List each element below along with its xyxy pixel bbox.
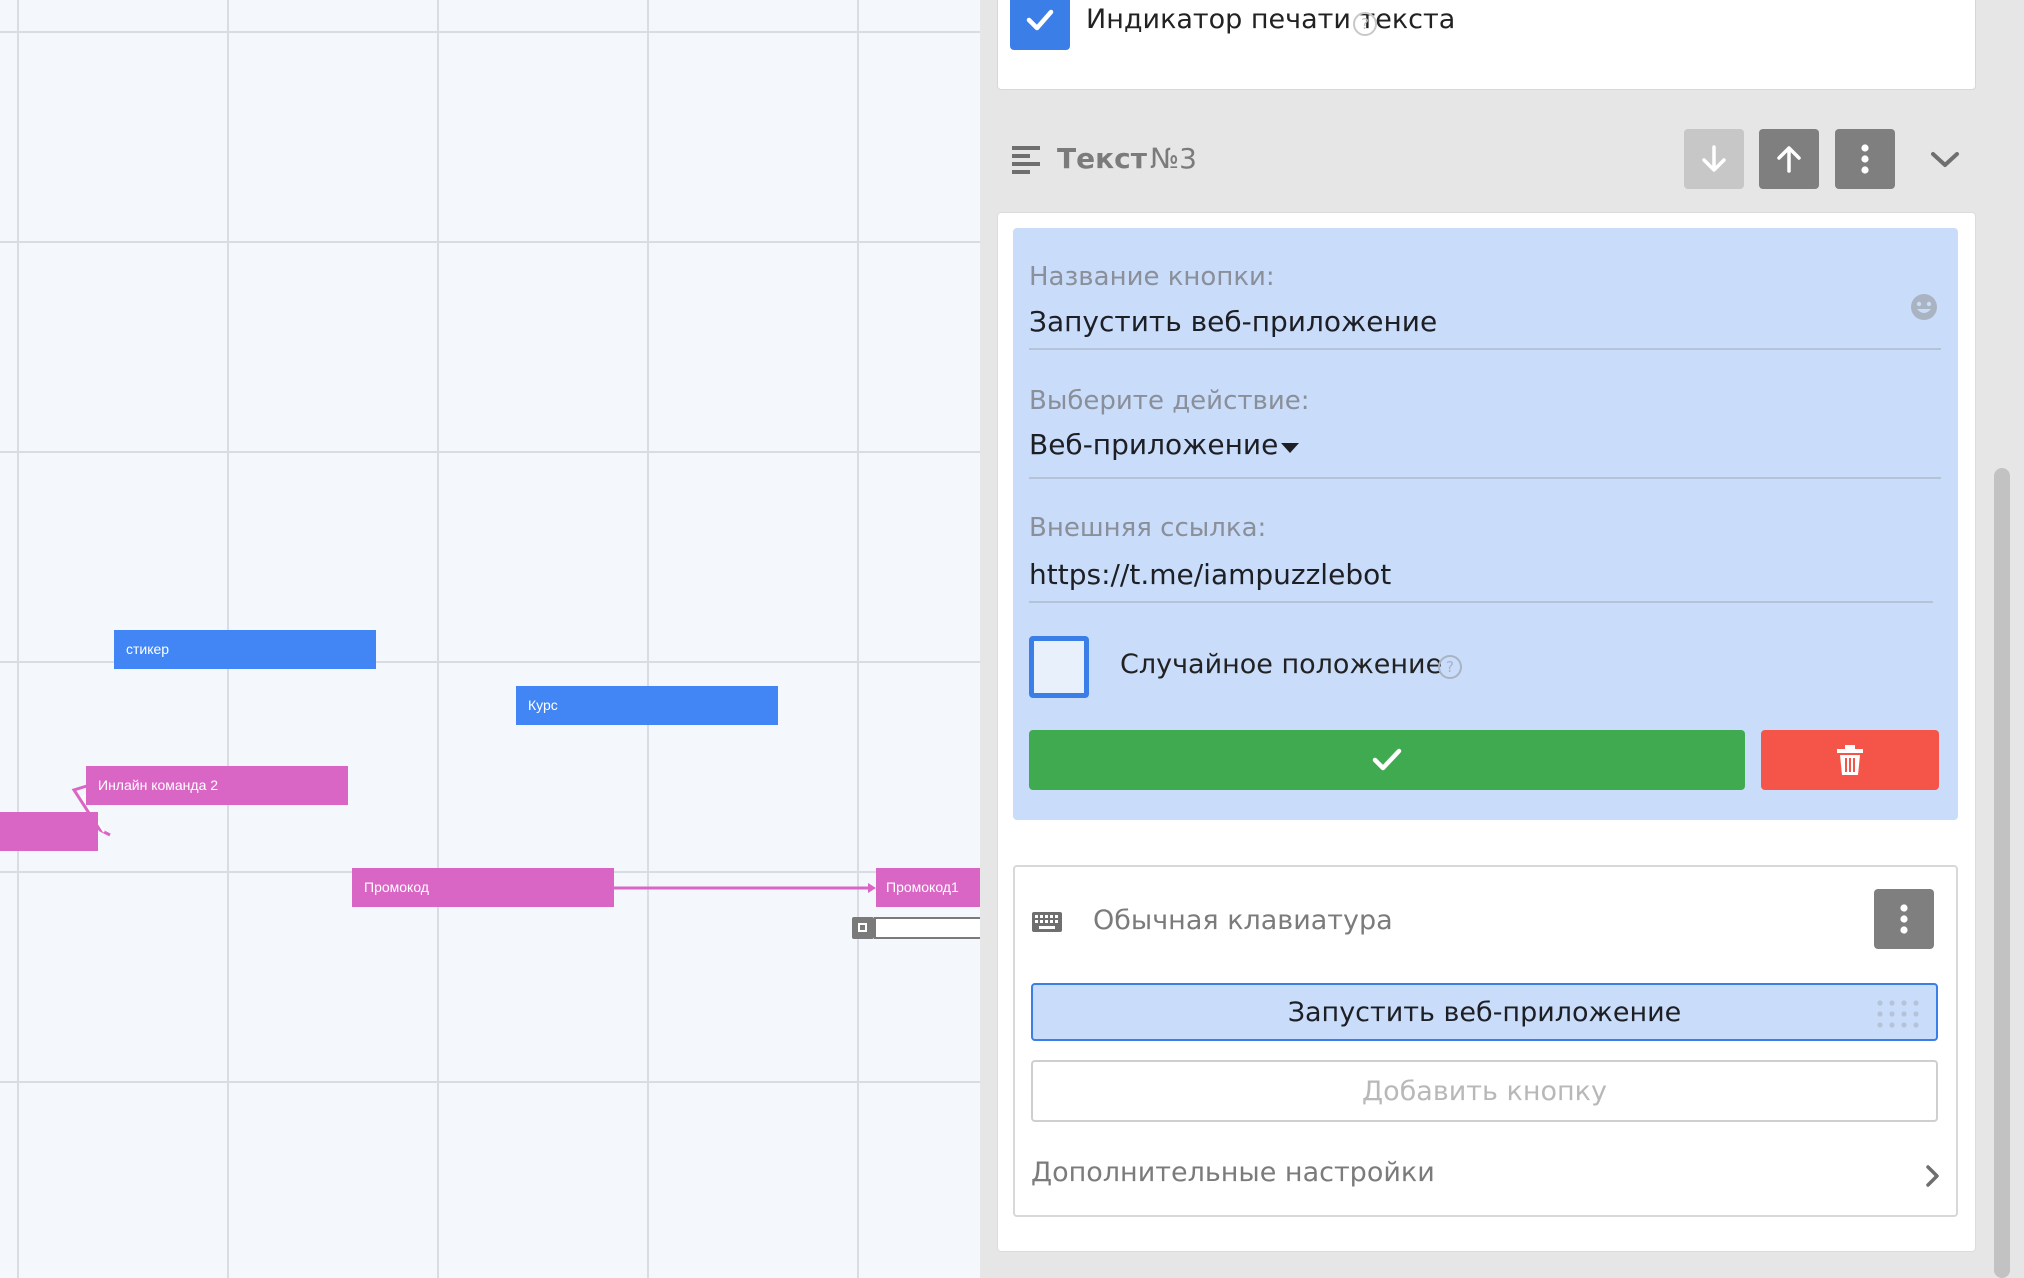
node-course[interactable]: Курс	[516, 686, 778, 725]
panel-scrollbar[interactable]	[1994, 468, 2010, 1278]
arrow-up-icon	[1777, 146, 1801, 173]
node-sticker[interactable]: стикер	[114, 630, 376, 669]
section-title: Текст	[1057, 142, 1147, 175]
more-vertical-icon	[1900, 904, 1908, 934]
move-up-button[interactable]	[1759, 129, 1819, 189]
confirm-button[interactable]	[1029, 730, 1745, 790]
divider	[1029, 601, 1933, 603]
typing-indicator-checkbox[interactable]	[1010, 0, 1070, 50]
button-edit-form: Название кнопки: Запустить веб-приложени…	[1013, 228, 1958, 820]
button-name-input[interactable]: Запустить веб-приложение	[1029, 305, 1437, 338]
button-name-label: Название кнопки:	[1029, 262, 1275, 292]
typing-indicator-card: Индикатор печати текста ?	[997, 0, 1976, 90]
text-align-left-icon	[1012, 146, 1040, 174]
help-icon[interactable]: ?	[1438, 655, 1462, 679]
random-position-label: Случайное положение	[1120, 649, 1443, 680]
node-promocode1-output-port[interactable]	[852, 917, 874, 939]
smiley-icon[interactable]	[1909, 292, 1939, 322]
advanced-settings-label: Дополнительные настройки	[1031, 1157, 1435, 1188]
random-position-checkbox[interactable]	[1029, 636, 1089, 698]
keyboard-icon	[1032, 912, 1062, 932]
move-down-button[interactable]	[1684, 129, 1744, 189]
check-icon	[1372, 748, 1402, 771]
delete-button[interactable]	[1761, 730, 1939, 790]
action-select[interactable]: Веб-приложение	[1029, 428, 1329, 468]
link-icon	[858, 923, 867, 932]
chevron-down-icon[interactable]	[1930, 149, 1960, 171]
chevron-right-icon	[1926, 1165, 1939, 1187]
section-header: Текст №3	[980, 125, 2024, 195]
node-promocode1[interactable]: Промокод1	[876, 868, 980, 907]
flow-canvas[interactable]: стикер Курс Инлайн команда 2 Промокод Пр…	[0, 0, 980, 1278]
connection-arrowhead	[868, 883, 876, 893]
external-link-input[interactable]: https://t.me/iampuzzlebot	[1029, 558, 1391, 591]
action-select-value: Веб-приложение	[1029, 428, 1279, 461]
keyboard-button[interactable]: Запустить веб-приложение	[1031, 983, 1938, 1041]
advanced-settings-row[interactable]: Дополнительные настройки	[1031, 1157, 1939, 1197]
check-icon	[1026, 9, 1054, 31]
keyboard-button-label: Запустить веб-приложение	[1287, 996, 1682, 1028]
settings-panel: Индикатор печати текста ? Текст №3 Назва…	[980, 0, 2024, 1278]
help-icon[interactable]: ?	[1353, 12, 1377, 36]
more-options-button[interactable]	[1835, 129, 1895, 189]
keyboard-card: Обычная клавиатура Запустить веб-приложе…	[1013, 865, 1958, 1217]
drag-handle-icon[interactable]	[1876, 999, 1922, 1029]
section-number: №3	[1150, 142, 1197, 175]
arrow-down-icon	[1702, 145, 1726, 172]
caret-down-icon	[1281, 443, 1299, 453]
add-button[interactable]: Добавить кнопку	[1031, 1060, 1938, 1122]
action-label: Выберите действие:	[1029, 386, 1310, 416]
text-block-card: Название кнопки: Запустить веб-приложени…	[997, 212, 1976, 1252]
divider	[1029, 477, 1941, 479]
add-button-label: Добавить кнопку	[1362, 1075, 1607, 1107]
more-vertical-icon	[1861, 144, 1869, 174]
typing-indicator-label: Индикатор печати текста	[1086, 4, 1456, 35]
node-promocode[interactable]: Промокод	[352, 868, 614, 907]
trash-icon	[1837, 745, 1863, 775]
keyboard-title: Обычная клавиатура	[1093, 905, 1393, 936]
node-inline-command-2[interactable]: Инлайн команда 2	[86, 766, 348, 805]
node-pink-partial[interactable]	[0, 812, 98, 851]
external-link-label: Внешняя ссылка:	[1029, 513, 1267, 543]
keyboard-more-button[interactable]	[1874, 889, 1934, 949]
node-promocode1-subblock[interactable]	[874, 917, 980, 939]
divider	[1029, 348, 1941, 350]
